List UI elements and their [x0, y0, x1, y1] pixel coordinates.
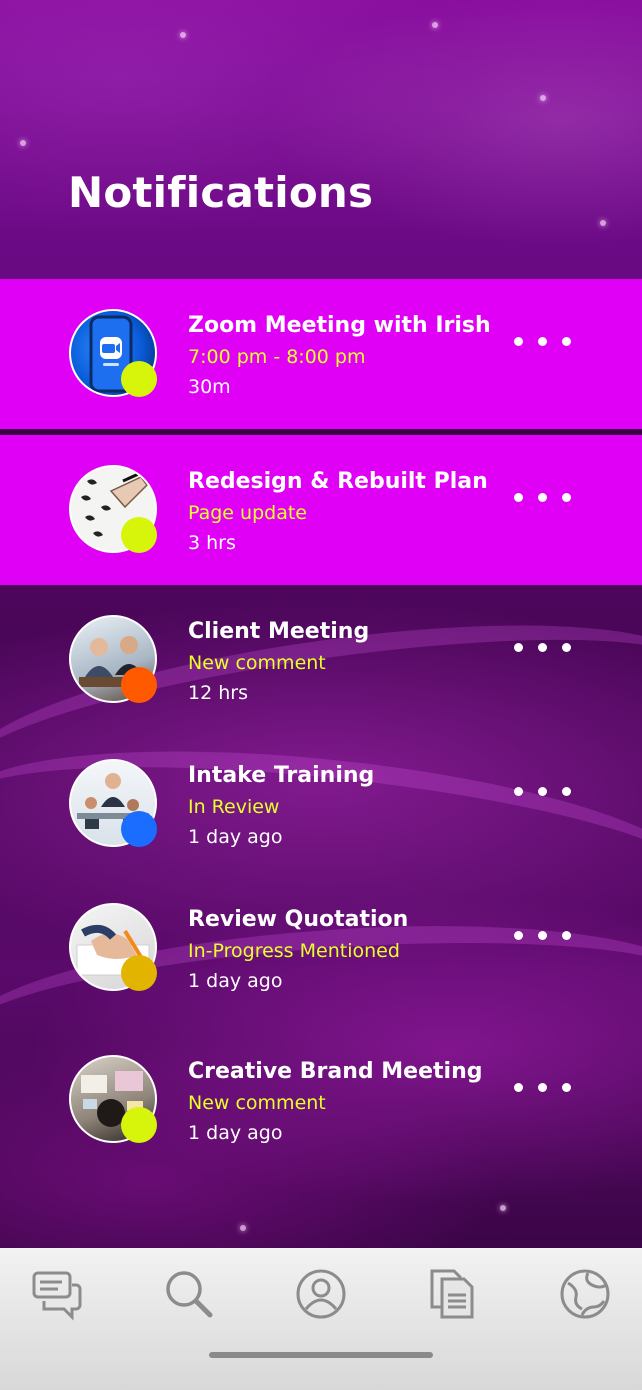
profile-icon: [296, 1269, 346, 1319]
globe-icon: [560, 1269, 610, 1319]
notification-time: 1 day ago: [188, 1122, 283, 1144]
notification-time: 1 day ago: [188, 826, 283, 848]
search-icon: [166, 1271, 213, 1318]
status-dot: [121, 1107, 157, 1143]
sparkle: [20, 140, 26, 146]
notification-subtitle: 7:00 pm - 8:00 pm: [188, 346, 366, 368]
more-options-icon[interactable]: [514, 334, 574, 348]
notification-title: Intake Training: [188, 763, 375, 788]
bottom-tab-bar: [0, 1248, 642, 1390]
notification-title: Creative Brand Meeting: [188, 1059, 483, 1084]
sparkle: [180, 32, 186, 38]
notification-title: Zoom Meeting with Irish: [188, 313, 491, 338]
more-options-icon[interactable]: [514, 928, 574, 942]
tab-documents[interactable]: [425, 1266, 481, 1322]
notification-subtitle: Page update: [188, 502, 307, 524]
notification-list: Zoom Meeting with Irish 7:00 pm - 8:00 p…: [0, 279, 642, 1175]
chat-icon: [32, 1271, 82, 1321]
status-dot: [121, 955, 157, 991]
tab-profile[interactable]: [293, 1266, 349, 1322]
notification-time: 3 hrs: [188, 532, 236, 554]
notification-item[interactable]: Client Meeting New comment 12 hrs: [0, 585, 642, 735]
avatar: [69, 465, 157, 553]
sparkle: [540, 95, 546, 101]
notification-item[interactable]: Redesign & Rebuilt Plan Page update 3 hr…: [0, 435, 642, 585]
notification-time: 1 day ago: [188, 970, 283, 992]
more-options-icon[interactable]: [514, 1080, 574, 1094]
sparkle: [600, 220, 606, 226]
avatar: [69, 903, 157, 991]
avatar: [69, 1055, 157, 1143]
notification-subtitle: New comment: [188, 1092, 326, 1114]
sparkle: [240, 1225, 246, 1231]
more-options-icon[interactable]: [514, 640, 574, 654]
sparkle: [500, 1205, 506, 1211]
notification-item[interactable]: Review Quotation In-Progress Mentioned 1…: [0, 873, 642, 1023]
notification-title: Review Quotation: [188, 907, 409, 932]
notification-item[interactable]: Intake Training In Review 1 day ago: [0, 729, 642, 879]
home-indicator[interactable]: [209, 1352, 433, 1358]
avatar: [69, 615, 157, 703]
notification-item[interactable]: Creative Brand Meeting New comment 1 day…: [0, 1025, 642, 1175]
notification-item[interactable]: Zoom Meeting with Irish 7:00 pm - 8:00 p…: [0, 279, 642, 429]
status-dot: [121, 667, 157, 703]
sparkle: [432, 22, 438, 28]
notification-title: Redesign & Rebuilt Plan: [188, 469, 488, 494]
notification-title: Client Meeting: [188, 619, 370, 644]
more-options-icon[interactable]: [514, 490, 574, 504]
notification-time: 30m: [188, 376, 231, 398]
page-title: Notifications: [68, 168, 374, 217]
notification-subtitle: In-Progress Mentioned: [188, 940, 400, 962]
notification-subtitle: New comment: [188, 652, 326, 674]
tab-globe[interactable]: [557, 1266, 613, 1322]
tab-chat[interactable]: [29, 1266, 85, 1322]
status-dot: [121, 361, 157, 397]
notification-time: 12 hrs: [188, 682, 248, 704]
status-dot: [121, 517, 157, 553]
more-options-icon[interactable]: [514, 784, 574, 798]
notification-subtitle: In Review: [188, 796, 280, 818]
tab-search[interactable]: [161, 1266, 217, 1322]
documents-icon: [430, 1269, 474, 1319]
avatar: [69, 309, 157, 397]
avatar: [69, 759, 157, 847]
status-dot: [121, 811, 157, 847]
